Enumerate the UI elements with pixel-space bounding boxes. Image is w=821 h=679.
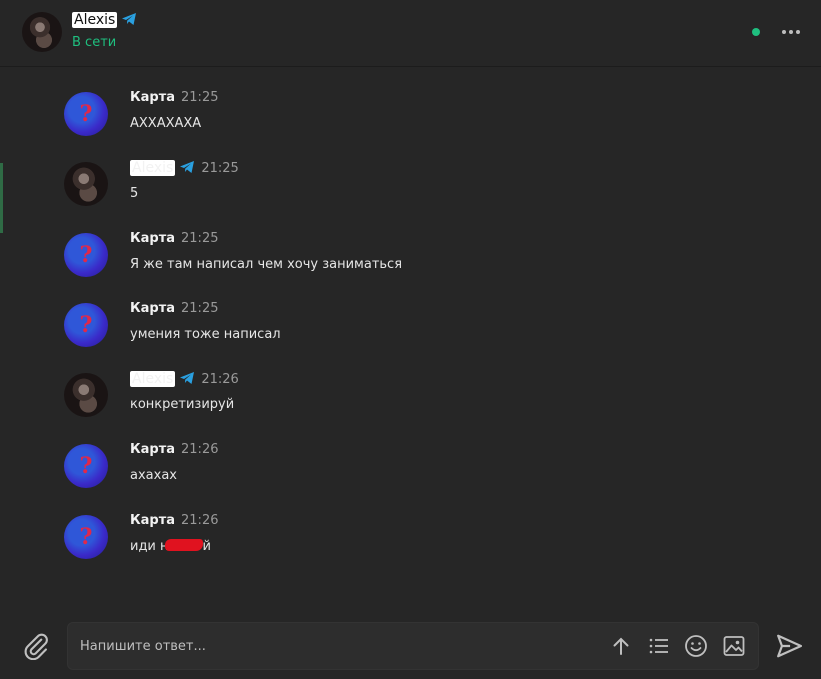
message-author[interactable]: Alexis — [130, 371, 176, 387]
message-time: 21:25 — [201, 161, 239, 176]
message-text-start: иди н — [130, 539, 169, 554]
message-input[interactable] — [78, 623, 582, 669]
message-author[interactable]: Карта — [130, 513, 175, 528]
online-indicator — [752, 28, 760, 36]
message-item[interactable]: Alexis 21:25 5 — [64, 160, 764, 210]
message-time: 21:26 — [181, 442, 219, 457]
avatar[interactable] — [22, 12, 62, 52]
chat-title[interactable]: Alexis — [72, 12, 137, 28]
message-time: 21:25 — [181, 90, 219, 105]
message-item[interactable]: ? Карта 21:25 умения тоже написал — [64, 301, 764, 351]
avatar[interactable] — [64, 373, 108, 417]
more-dots-icon[interactable] — [779, 22, 803, 42]
message-text: 5 — [130, 186, 139, 201]
arrow-up-icon[interactable] — [609, 634, 633, 658]
message-author[interactable]: Карта — [130, 301, 175, 316]
message-text-end: й — [202, 539, 211, 554]
message-text: конкретизируй — [130, 397, 235, 412]
chat-header: Alexis В сети — [0, 0, 821, 67]
message-author[interactable]: Карта — [130, 90, 175, 105]
message-author[interactable]: Карта — [130, 442, 175, 457]
telegram-icon — [180, 372, 195, 384]
send-icon[interactable] — [776, 634, 802, 658]
message-item[interactable]: ? Карта 21:26 иди н й — [64, 513, 764, 563]
composer — [0, 612, 821, 679]
message-time: 21:26 — [201, 372, 239, 387]
message-time: 21:25 — [181, 231, 219, 246]
reply-box — [67, 622, 759, 670]
message-time: 21:26 — [181, 513, 219, 528]
message-text: умения тоже написал — [130, 327, 281, 342]
list-icon[interactable] — [647, 634, 671, 658]
emoji-icon[interactable] — [684, 634, 708, 658]
message-item[interactable]: Alexis 21:26 конкретизируй — [64, 371, 764, 421]
message-item[interactable]: ? Карта 21:25 Я же там написал чем хочу з… — [64, 231, 764, 281]
message-text: Я же там написал чем хочу заниматься — [130, 257, 403, 272]
message-text: иди н й — [130, 539, 211, 554]
unread-marker — [0, 163, 3, 233]
avatar[interactable]: ? — [64, 303, 108, 347]
message-text: АХХАХАХА — [130, 116, 202, 131]
message-author[interactable]: Alexis — [130, 160, 176, 176]
telegram-icon — [122, 13, 137, 25]
redaction-mark — [164, 539, 203, 551]
message-author[interactable]: Карта — [130, 231, 175, 246]
message-time: 21:25 — [181, 301, 219, 316]
online-status: В сети — [72, 35, 117, 50]
avatar[interactable]: ? — [64, 444, 108, 488]
avatar[interactable]: ? — [64, 515, 108, 559]
avatar[interactable]: ? — [64, 233, 108, 277]
contact-name: Alexis — [72, 12, 118, 28]
message-item[interactable]: ? Карта 21:25 АХХАХАХА — [64, 90, 764, 140]
avatar[interactable] — [64, 162, 108, 206]
telegram-icon — [180, 161, 195, 173]
message-text: ахахах — [130, 468, 177, 483]
message-item[interactable]: ? Карта 21:26 ахахах — [64, 442, 764, 492]
avatar[interactable]: ? — [64, 92, 108, 136]
attach-icon[interactable] — [22, 632, 50, 660]
image-icon[interactable] — [722, 634, 746, 658]
